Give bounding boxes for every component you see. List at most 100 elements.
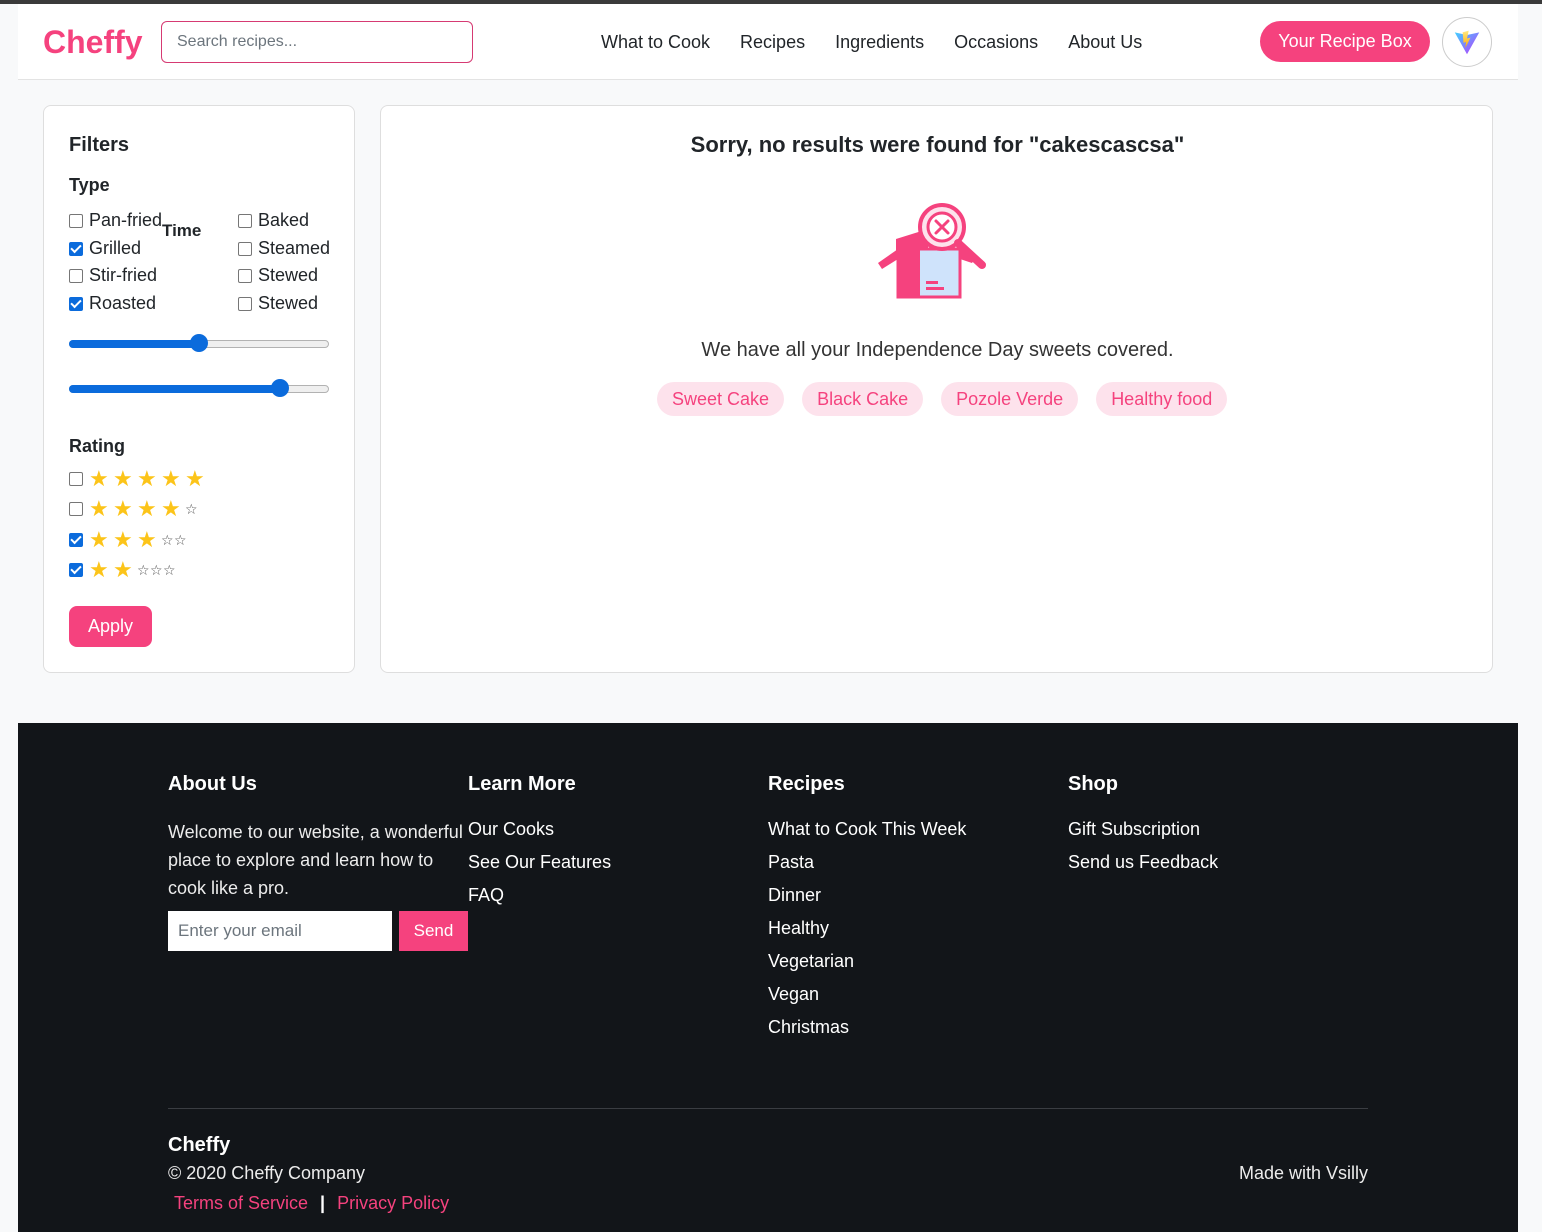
checkbox[interactable] — [69, 533, 83, 547]
nav-about-us[interactable]: About Us — [1068, 32, 1142, 53]
type-label: Type — [69, 175, 110, 195]
option-label: Baked — [258, 210, 310, 230]
footer-divider — [168, 1108, 1368, 1109]
no-results-message: We have all your Independence Day sweets… — [701, 339, 1174, 361]
nav-recipes[interactable]: Recipes — [740, 32, 805, 53]
option-label: Grilled — [89, 238, 142, 258]
main-nav: What to Cook Recipes Ingredients Occasio… — [601, 32, 1172, 53]
rating-label: Rating — [69, 436, 125, 456]
footer-link[interactable]: Pasta — [768, 851, 966, 873]
site-footer: About Us Welcome to our website, a wonde… — [18, 723, 1518, 1232]
footer-shop: Shop Gift Subscription Send us Feedback — [1068, 773, 1218, 884]
checkbox[interactable] — [69, 296, 83, 311]
site-header: Cheffy What to Cook Recipes Ingredients … — [18, 4, 1518, 80]
made-with: Made with Vsilly — [1238, 1163, 1368, 1183]
nav-occasions[interactable]: Occasions — [954, 32, 1038, 53]
checkbox[interactable] — [238, 296, 252, 311]
email-input[interactable] — [168, 911, 392, 951]
rating-option-2[interactable]: ★ ★ ☆ ☆ ☆ — [69, 559, 176, 581]
footer-link[interactable]: What to Cook This Week — [768, 818, 966, 840]
footer-link[interactable]: Christmas — [768, 1016, 966, 1038]
footer-link[interactable]: Healthy — [768, 917, 966, 939]
type-option-roasted[interactable]: Roasted — [69, 293, 156, 314]
time-option-baked[interactable]: Baked — [238, 210, 309, 231]
footer-link[interactable]: Vegan — [768, 983, 966, 1005]
no-results-title: Sorry, no results were found for "cakesc… — [690, 132, 1185, 157]
star-empty-icon: ☆ — [161, 531, 174, 548]
checkbox[interactable] — [69, 563, 83, 577]
star-filled-icon: ★ — [113, 557, 133, 582]
page: Cheffy What to Cook Recipes Ingredients … — [18, 4, 1518, 1232]
slider-fill — [69, 340, 199, 348]
checkbox[interactable] — [69, 213, 83, 228]
star-filled-icon: ★ — [161, 496, 181, 521]
range-slider-1[interactable] — [69, 334, 329, 354]
footer-brand: Cheffy — [168, 1134, 231, 1156]
privacy-link[interactable]: Privacy Policy — [331, 1193, 455, 1214]
slider-thumb[interactable] — [270, 379, 289, 397]
option-label: Stewed — [258, 265, 319, 285]
nav-ingredients[interactable]: Ingredients — [835, 32, 924, 53]
results-panel: Sorry, no results were found for "cakesc… — [380, 105, 1493, 673]
footer-about-text: Welcome to our website, a wonderful plac… — [168, 822, 463, 898]
footer-link[interactable]: Dinner — [768, 884, 966, 906]
option-label: Stewed — [258, 293, 319, 313]
time-option-stewed[interactable]: Stewed — [238, 265, 318, 286]
slider-thumb[interactable] — [190, 334, 208, 352]
type-option-grilled[interactable]: Grilled — [69, 238, 141, 259]
option-label: Pan-fried — [89, 210, 163, 230]
suggestion-chip[interactable]: Sweet Cake — [657, 382, 785, 416]
copyright: © 2020 Cheffy Company — [168, 1163, 366, 1183]
star-rating: ★ ★ ★ ★ ★ — [89, 468, 209, 490]
type-option-stir-fried[interactable]: Stir-fried — [69, 265, 157, 286]
rating-option-3[interactable]: ★ ★ ★ ☆ ☆ — [69, 529, 187, 551]
newsletter-form: Send — [168, 911, 468, 951]
time-option-stewed-2[interactable]: Stewed — [238, 293, 318, 314]
suggestion-chip[interactable]: Pozole Verde — [941, 382, 1079, 416]
footer-link[interactable]: Vegetarian — [768, 950, 966, 972]
footer-about-title: About Us — [168, 773, 257, 795]
checkbox[interactable] — [69, 502, 83, 516]
star-empty-icon: ☆ — [150, 561, 163, 578]
checkbox[interactable] — [69, 268, 83, 283]
checkbox[interactable] — [238, 241, 252, 256]
footer-link[interactable]: Gift Subscription — [1068, 818, 1218, 840]
type-option-pan-fried[interactable]: Pan-fried — [69, 210, 162, 231]
recipe-box-button[interactable]: Your Recipe Box — [1260, 21, 1430, 62]
star-empty-icon: ☆ — [185, 500, 198, 517]
nav-what-to-cook[interactable]: What to Cook — [601, 32, 710, 53]
checkbox[interactable] — [69, 241, 83, 256]
checkbox[interactable] — [238, 213, 252, 228]
terms-link[interactable]: Terms of Service — [168, 1193, 314, 1214]
apply-button[interactable]: Apply — [69, 606, 152, 647]
star-rating: ★ ★ ☆ ☆ ☆ — [89, 559, 176, 581]
footer-about: About Us Welcome to our website, a wonde… — [168, 773, 473, 902]
checkbox[interactable] — [238, 268, 252, 283]
star-filled-icon: ★ — [89, 466, 109, 491]
star-filled-icon: ★ — [113, 466, 133, 491]
footer-recipes-title: Recipes — [768, 773, 845, 795]
suggestion-chip[interactable]: Black Cake — [802, 382, 924, 416]
time-option-steamed[interactable]: Steamed — [238, 238, 330, 259]
rating-option-5[interactable]: ★ ★ ★ ★ ★ — [69, 468, 209, 490]
search-input[interactable] — [161, 21, 473, 63]
footer-link[interactable]: Our Cooks — [468, 818, 611, 840]
site-logo[interactable]: Cheffy — [43, 24, 143, 61]
star-empty-icon: ☆ — [163, 561, 176, 578]
send-button[interactable]: Send — [399, 911, 468, 951]
star-rating: ★ ★ ★ ★ ☆ — [89, 498, 198, 520]
star-empty-icon: ☆ — [137, 561, 150, 578]
footer-link[interactable]: Send us Feedback — [1068, 851, 1218, 873]
user-avatar[interactable] — [1442, 17, 1492, 67]
footer-link[interactable]: FAQ — [468, 884, 611, 906]
rating-option-4[interactable]: ★ ★ ★ ★ ☆ — [69, 498, 198, 520]
star-empty-icon: ☆ — [174, 531, 187, 548]
star-filled-icon: ★ — [89, 527, 109, 552]
footer-learn-more: Learn More Our Cooks See Our Features FA… — [468, 773, 611, 917]
footer-link[interactable]: See Our Features — [468, 851, 611, 873]
range-slider-2[interactable] — [69, 379, 329, 399]
checkbox[interactable] — [69, 472, 83, 486]
suggestion-chip[interactable]: Healthy food — [1096, 382, 1228, 416]
legal-links: Terms of Service | Privacy Policy — [168, 1193, 455, 1214]
star-filled-icon: ★ — [137, 466, 157, 491]
